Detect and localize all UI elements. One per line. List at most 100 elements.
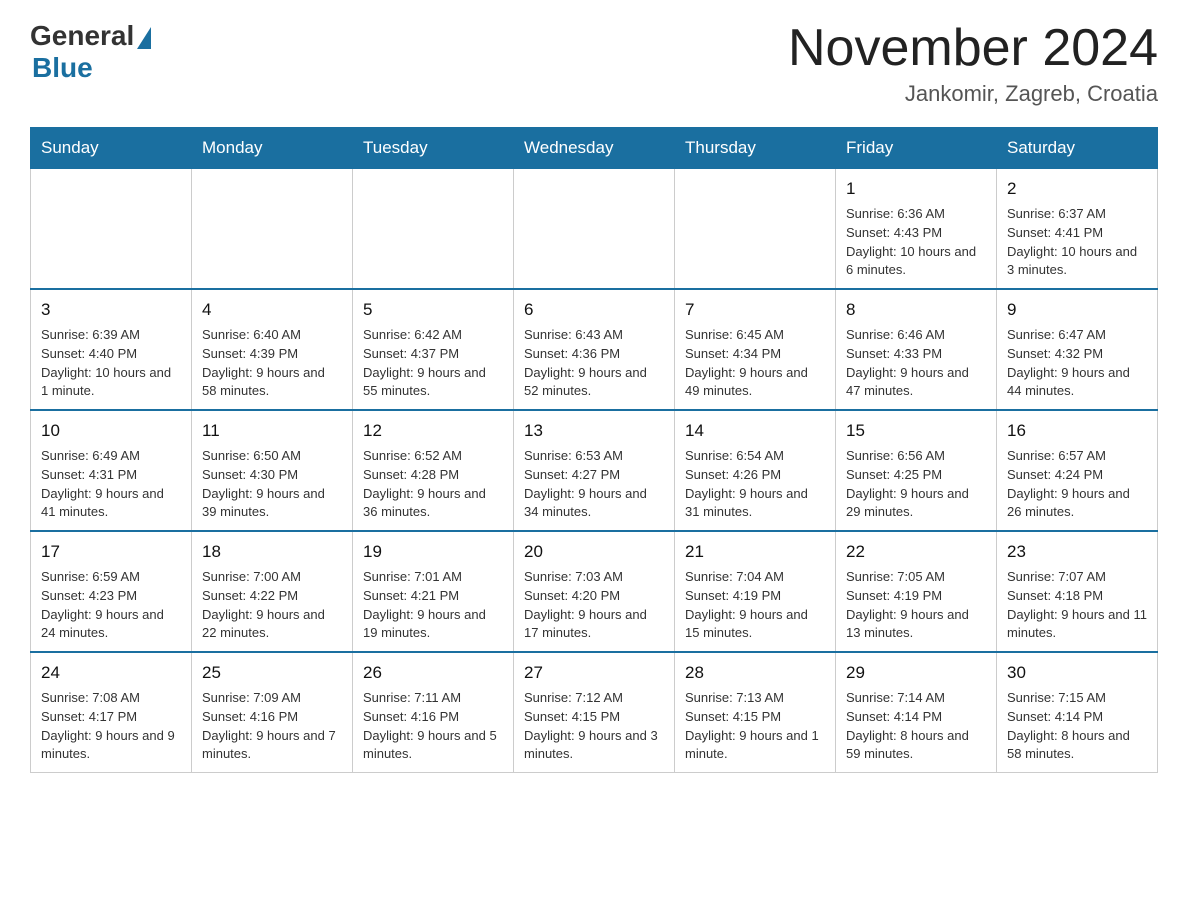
day-number: 27 bbox=[524, 661, 664, 686]
calendar-cell: 9Sunrise: 6:47 AMSunset: 4:32 PMDaylight… bbox=[997, 289, 1158, 410]
day-info-text: Sunrise: 6:54 AM bbox=[685, 447, 825, 466]
calendar-cell: 6Sunrise: 6:43 AMSunset: 4:36 PMDaylight… bbox=[514, 289, 675, 410]
day-of-week-header: Wednesday bbox=[514, 128, 675, 169]
month-title: November 2024 bbox=[788, 20, 1158, 77]
day-info-text: Daylight: 9 hours and 58 minutes. bbox=[202, 364, 342, 402]
day-number: 13 bbox=[524, 419, 664, 444]
day-info-text: Daylight: 9 hours and 36 minutes. bbox=[363, 485, 503, 523]
day-info-text: Sunset: 4:19 PM bbox=[846, 587, 986, 606]
calendar-cell bbox=[353, 169, 514, 290]
calendar-cell: 1Sunrise: 6:36 AMSunset: 4:43 PMDaylight… bbox=[836, 169, 997, 290]
day-number: 24 bbox=[41, 661, 181, 686]
calendar-cell: 20Sunrise: 7:03 AMSunset: 4:20 PMDayligh… bbox=[514, 531, 675, 652]
calendar-cell: 5Sunrise: 6:42 AMSunset: 4:37 PMDaylight… bbox=[353, 289, 514, 410]
day-info-text: Sunrise: 6:45 AM bbox=[685, 326, 825, 345]
calendar-cell: 15Sunrise: 6:56 AMSunset: 4:25 PMDayligh… bbox=[836, 410, 997, 531]
day-of-week-header: Monday bbox=[192, 128, 353, 169]
day-info-text: Sunset: 4:33 PM bbox=[846, 345, 986, 364]
day-number: 25 bbox=[202, 661, 342, 686]
day-info-text: Sunrise: 6:40 AM bbox=[202, 326, 342, 345]
day-info-text: Daylight: 9 hours and 1 minute. bbox=[685, 727, 825, 765]
day-info-text: Daylight: 9 hours and 47 minutes. bbox=[846, 364, 986, 402]
calendar-cell: 26Sunrise: 7:11 AMSunset: 4:16 PMDayligh… bbox=[353, 652, 514, 773]
calendar-cell: 8Sunrise: 6:46 AMSunset: 4:33 PMDaylight… bbox=[836, 289, 997, 410]
calendar-week-row: 24Sunrise: 7:08 AMSunset: 4:17 PMDayligh… bbox=[31, 652, 1158, 773]
day-info-text: Daylight: 9 hours and 44 minutes. bbox=[1007, 364, 1147, 402]
day-number: 1 bbox=[846, 177, 986, 202]
day-info-text: Daylight: 9 hours and 9 minutes. bbox=[41, 727, 181, 765]
day-info-text: Sunrise: 7:09 AM bbox=[202, 689, 342, 708]
day-info-text: Daylight: 9 hours and 34 minutes. bbox=[524, 485, 664, 523]
day-info-text: Sunset: 4:28 PM bbox=[363, 466, 503, 485]
day-number: 26 bbox=[363, 661, 503, 686]
calendar-cell bbox=[31, 169, 192, 290]
page-header: General Blue November 2024 Jankomir, Zag… bbox=[30, 20, 1158, 107]
calendar-cell: 2Sunrise: 6:37 AMSunset: 4:41 PMDaylight… bbox=[997, 169, 1158, 290]
day-number: 22 bbox=[846, 540, 986, 565]
day-info-text: Daylight: 10 hours and 1 minute. bbox=[41, 364, 181, 402]
day-number: 29 bbox=[846, 661, 986, 686]
day-number: 23 bbox=[1007, 540, 1147, 565]
day-info-text: Daylight: 9 hours and 22 minutes. bbox=[202, 606, 342, 644]
day-info-text: Daylight: 9 hours and 41 minutes. bbox=[41, 485, 181, 523]
day-info-text: Daylight: 8 hours and 59 minutes. bbox=[846, 727, 986, 765]
day-info-text: Daylight: 9 hours and 17 minutes. bbox=[524, 606, 664, 644]
calendar-header: SundayMondayTuesdayWednesdayThursdayFrid… bbox=[31, 128, 1158, 169]
day-info-text: Daylight: 9 hours and 24 minutes. bbox=[41, 606, 181, 644]
day-of-week-header: Tuesday bbox=[353, 128, 514, 169]
day-number: 20 bbox=[524, 540, 664, 565]
day-info-text: Sunset: 4:16 PM bbox=[363, 708, 503, 727]
calendar-cell: 10Sunrise: 6:49 AMSunset: 4:31 PMDayligh… bbox=[31, 410, 192, 531]
day-info-text: Daylight: 9 hours and 5 minutes. bbox=[363, 727, 503, 765]
day-info-text: Sunrise: 6:59 AM bbox=[41, 568, 181, 587]
day-number: 4 bbox=[202, 298, 342, 323]
calendar-cell: 21Sunrise: 7:04 AMSunset: 4:19 PMDayligh… bbox=[675, 531, 836, 652]
day-info-text: Daylight: 9 hours and 29 minutes. bbox=[846, 485, 986, 523]
day-number: 19 bbox=[363, 540, 503, 565]
day-number: 9 bbox=[1007, 298, 1147, 323]
day-of-week-header: Sunday bbox=[31, 128, 192, 169]
title-block: November 2024 Jankomir, Zagreb, Croatia bbox=[788, 20, 1158, 107]
day-number: 14 bbox=[685, 419, 825, 444]
day-info-text: Daylight: 9 hours and 15 minutes. bbox=[685, 606, 825, 644]
calendar-cell: 16Sunrise: 6:57 AMSunset: 4:24 PMDayligh… bbox=[997, 410, 1158, 531]
logo-blue-text: Blue bbox=[32, 52, 93, 84]
day-number: 15 bbox=[846, 419, 986, 444]
day-info-text: Sunset: 4:30 PM bbox=[202, 466, 342, 485]
day-number: 12 bbox=[363, 419, 503, 444]
day-info-text: Daylight: 9 hours and 55 minutes. bbox=[363, 364, 503, 402]
day-info-text: Daylight: 9 hours and 19 minutes. bbox=[363, 606, 503, 644]
day-info-text: Sunset: 4:21 PM bbox=[363, 587, 503, 606]
day-info-text: Sunrise: 6:43 AM bbox=[524, 326, 664, 345]
day-info-text: Daylight: 9 hours and 7 minutes. bbox=[202, 727, 342, 765]
logo: General Blue bbox=[30, 20, 151, 84]
day-info-text: Sunset: 4:31 PM bbox=[41, 466, 181, 485]
calendar-week-row: 3Sunrise: 6:39 AMSunset: 4:40 PMDaylight… bbox=[31, 289, 1158, 410]
day-info-text: Daylight: 8 hours and 58 minutes. bbox=[1007, 727, 1147, 765]
day-info-text: Daylight: 9 hours and 39 minutes. bbox=[202, 485, 342, 523]
day-info-text: Sunset: 4:20 PM bbox=[524, 587, 664, 606]
calendar-cell: 30Sunrise: 7:15 AMSunset: 4:14 PMDayligh… bbox=[997, 652, 1158, 773]
logo-triangle-icon bbox=[137, 27, 151, 49]
day-info-text: Sunset: 4:26 PM bbox=[685, 466, 825, 485]
day-info-text: Daylight: 9 hours and 3 minutes. bbox=[524, 727, 664, 765]
day-number: 3 bbox=[41, 298, 181, 323]
day-info-text: Daylight: 9 hours and 13 minutes. bbox=[846, 606, 986, 644]
day-info-text: Sunset: 4:36 PM bbox=[524, 345, 664, 364]
day-info-text: Sunset: 4:18 PM bbox=[1007, 587, 1147, 606]
logo-general-text: General bbox=[30, 20, 134, 52]
day-info-text: Sunrise: 6:37 AM bbox=[1007, 205, 1147, 224]
day-info-text: Sunset: 4:37 PM bbox=[363, 345, 503, 364]
day-info-text: Sunset: 4:34 PM bbox=[685, 345, 825, 364]
day-info-text: Sunrise: 6:42 AM bbox=[363, 326, 503, 345]
calendar-cell: 4Sunrise: 6:40 AMSunset: 4:39 PMDaylight… bbox=[192, 289, 353, 410]
calendar-cell: 29Sunrise: 7:14 AMSunset: 4:14 PMDayligh… bbox=[836, 652, 997, 773]
day-info-text: Sunset: 4:24 PM bbox=[1007, 466, 1147, 485]
day-number: 16 bbox=[1007, 419, 1147, 444]
day-info-text: Sunrise: 6:47 AM bbox=[1007, 326, 1147, 345]
day-info-text: Sunrise: 7:14 AM bbox=[846, 689, 986, 708]
day-info-text: Sunrise: 7:01 AM bbox=[363, 568, 503, 587]
day-info-text: Daylight: 9 hours and 31 minutes. bbox=[685, 485, 825, 523]
calendar-cell: 12Sunrise: 6:52 AMSunset: 4:28 PMDayligh… bbox=[353, 410, 514, 531]
day-info-text: Daylight: 9 hours and 49 minutes. bbox=[685, 364, 825, 402]
